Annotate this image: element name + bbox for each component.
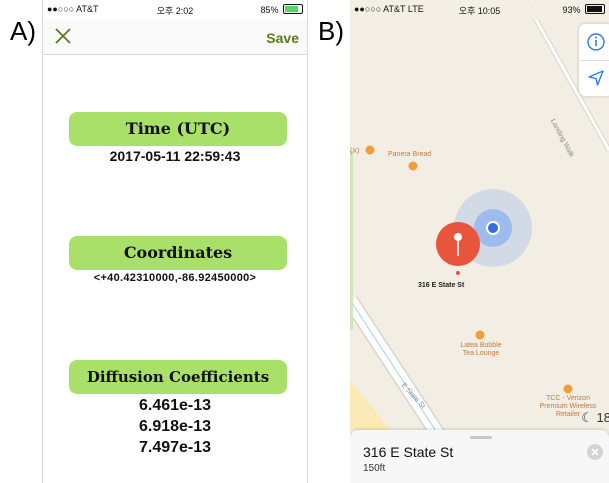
sheet-close-button[interactable] — [587, 444, 603, 460]
panel-label-a: A) — [10, 16, 36, 46]
diffusion-value: 6.918e-13 — [138, 418, 212, 435]
location-arrow-icon — [588, 70, 604, 86]
status-bar: ●●○○○ AT&T 오후 2:02 85% — [43, 0, 307, 20]
battery-percent: 93% — [562, 5, 581, 15]
battery-indicator: 93% — [562, 4, 605, 15]
close-icon — [591, 448, 599, 456]
info-button[interactable] — [579, 24, 609, 61]
battery-icon — [283, 4, 303, 14]
poi-marker — [365, 145, 375, 155]
time-value: 2017-05-11 22:59:43 — [109, 148, 241, 164]
panera-marker — [408, 161, 418, 171]
status-bar: ●●○○○ AT&T LTE 오후 10:05 93% — [350, 0, 609, 20]
poi-label-panera[interactable]: Panera Bread — [388, 151, 431, 158]
coordinates-heading: Coordinates — [69, 236, 287, 270]
battery-icon — [585, 4, 605, 14]
phone-screen-a: ●●○○○ AT&T 오후 2:02 85% Save Time (UTC) 2… — [42, 0, 308, 483]
coordinates-value: <+40.42310000,-86.92450000> — [93, 272, 257, 284]
close-button[interactable] — [51, 24, 75, 48]
user-location-dot — [488, 223, 498, 233]
pin-label: 316 E State St — [418, 282, 465, 289]
latea-marker — [475, 330, 485, 340]
battery-indicator: 85% — [260, 4, 303, 15]
pin-head — [454, 233, 462, 241]
sheet-grabber[interactable] — [470, 436, 492, 439]
map-controls — [579, 24, 609, 96]
poi-label-latea[interactable]: Latea Bubble Tea Lounge — [456, 342, 506, 358]
nav-bar: Save — [43, 20, 307, 55]
place-distance: 150ft — [363, 463, 386, 474]
tcc-marker — [563, 384, 573, 394]
pin-anchor — [456, 271, 460, 275]
time-heading: Time (UTC) — [69, 112, 287, 146]
weather-badge: ☾ 18 — [581, 410, 609, 425]
phone-screen-b: ●●○○○ AT&T LTE 오후 10:05 93% (X) Panera B… — [350, 0, 609, 483]
poi-label: (X) — [350, 148, 360, 155]
place-card[interactable]: 316 E State St 150ft — [350, 430, 609, 483]
close-icon — [55, 28, 71, 44]
diffusion-value: 6.461e-13 — [138, 397, 212, 414]
info-icon — [587, 33, 605, 51]
tracking-button[interactable] — [579, 60, 609, 96]
place-title: 316 E State St — [363, 444, 454, 460]
panel-label-b: B) — [318, 16, 344, 46]
battery-percent: 85% — [260, 5, 279, 15]
save-button[interactable]: Save — [266, 30, 299, 46]
diffusion-heading: Diffusion Coefficients — [69, 360, 287, 394]
diffusion-value: 7.497e-13 — [138, 439, 212, 456]
